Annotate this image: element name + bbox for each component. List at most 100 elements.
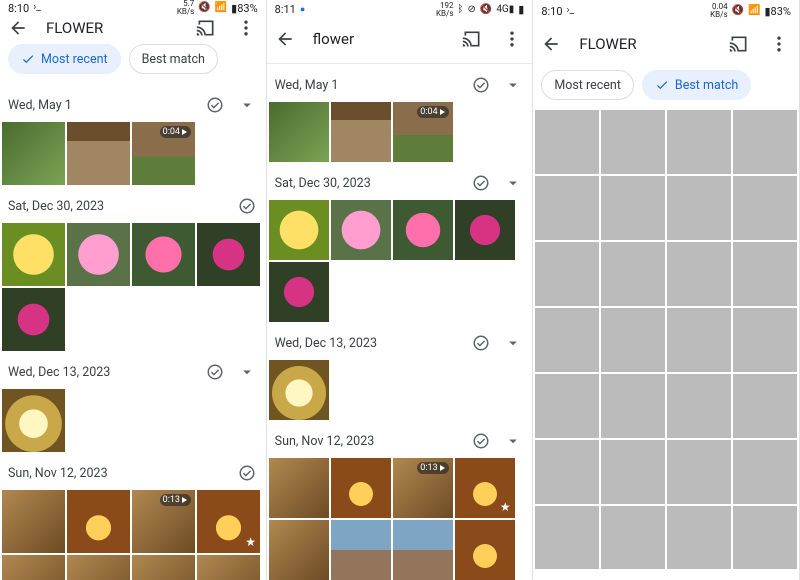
- photo-thumbnail[interactable]: [667, 242, 731, 306]
- date-header[interactable]: Wed, May 1: [267, 64, 533, 102]
- photo-thumbnail[interactable]: [269, 360, 329, 420]
- photo-thumbnail[interactable]: 0:13: [393, 458, 453, 518]
- photo-thumbnail[interactable]: ★: [197, 490, 260, 553]
- photo-thumbnail[interactable]: [535, 308, 599, 372]
- photo-thumbnail[interactable]: [132, 223, 195, 286]
- cast-button[interactable]: [727, 32, 751, 56]
- photo-thumbnail[interactable]: [667, 440, 731, 504]
- photo-thumbnail[interactable]: [2, 223, 65, 286]
- back-button[interactable]: [273, 27, 297, 51]
- photo-thumbnail[interactable]: [2, 122, 65, 185]
- date-header[interactable]: Wed, May 1: [0, 84, 266, 122]
- photo-thumbnail[interactable]: [269, 458, 329, 518]
- date-header[interactable]: Sun, Nov 12, 2023: [267, 420, 533, 458]
- expand-button[interactable]: [502, 332, 524, 354]
- cast-button[interactable]: [460, 27, 484, 51]
- photo-thumbnail[interactable]: [601, 374, 665, 438]
- photo-thumbnail[interactable]: [535, 110, 599, 174]
- photo-thumbnail[interactable]: [733, 308, 797, 372]
- photo-thumbnail[interactable]: [535, 176, 599, 240]
- photo-thumbnail[interactable]: 0:13: [132, 490, 195, 553]
- photo-thumbnail[interactable]: [2, 389, 65, 452]
- photo-thumbnail[interactable]: [535, 506, 599, 570]
- more-button[interactable]: [234, 16, 258, 40]
- photo-thumbnail[interactable]: [601, 308, 665, 372]
- photo-thumbnail[interactable]: [269, 200, 329, 260]
- photo-thumbnail[interactable]: 0:04: [393, 102, 453, 162]
- photo-thumbnail[interactable]: [601, 110, 665, 174]
- photo-thumbnail[interactable]: [733, 506, 797, 570]
- select-all-button[interactable]: [470, 332, 492, 354]
- back-button[interactable]: [6, 16, 30, 40]
- expand-button[interactable]: [502, 172, 524, 194]
- date-header[interactable]: Wed, Dec 13, 2023: [0, 351, 266, 389]
- photo-thumbnail[interactable]: [601, 176, 665, 240]
- select-all-button[interactable]: [204, 94, 226, 116]
- photo-thumbnail[interactable]: [667, 308, 731, 372]
- search-title[interactable]: FLOWER: [46, 19, 178, 37]
- photo-thumbnail[interactable]: [269, 262, 329, 322]
- photo-thumbnail[interactable]: [2, 490, 65, 553]
- photo-thumbnail[interactable]: [67, 223, 130, 286]
- photo-thumbnail[interactable]: [601, 242, 665, 306]
- photo-thumbnail[interactable]: [733, 440, 797, 504]
- date-header[interactable]: Sun, Nov 12, 2023: [0, 452, 266, 490]
- photo-thumbnail[interactable]: [331, 200, 391, 260]
- select-all-button[interactable]: [204, 361, 226, 383]
- date-header[interactable]: Sat, Dec 30, 2023: [0, 185, 266, 223]
- cast-button[interactable]: [194, 16, 218, 40]
- photo-thumbnail[interactable]: [2, 555, 65, 580]
- select-all-button[interactable]: [236, 462, 258, 484]
- date-header[interactable]: Wed, Dec 13, 2023: [267, 322, 533, 360]
- chip-most-recent[interactable]: Most recent: [8, 44, 121, 74]
- photo-thumbnail[interactable]: [667, 374, 731, 438]
- photo-thumbnail[interactable]: [331, 102, 391, 162]
- photo-thumbnail[interactable]: [331, 520, 391, 580]
- photo-thumbnail[interactable]: [733, 242, 797, 306]
- expand-button[interactable]: [236, 94, 258, 116]
- chip-most-recent[interactable]: Most recent: [541, 70, 634, 100]
- photo-thumbnail[interactable]: [67, 122, 130, 185]
- back-button[interactable]: [539, 32, 563, 56]
- photo-thumbnail[interactable]: [455, 200, 515, 260]
- photo-thumbnail[interactable]: [667, 176, 731, 240]
- search-title[interactable]: FLOWER: [579, 35, 711, 53]
- chip-best-match[interactable]: Best match: [642, 70, 751, 100]
- photo-thumbnail[interactable]: ★: [455, 458, 515, 518]
- photo-thumbnail[interactable]: [197, 555, 260, 580]
- photo-thumbnail[interactable]: [455, 520, 515, 580]
- photo-thumbnail[interactable]: [601, 506, 665, 570]
- photo-thumbnail[interactable]: [733, 110, 797, 174]
- photo-thumbnail[interactable]: [535, 374, 599, 438]
- photo-thumbnail[interactable]: [733, 176, 797, 240]
- select-all-button[interactable]: [470, 74, 492, 96]
- photo-thumbnail[interactable]: [67, 490, 130, 553]
- photo-thumbnail[interactable]: [2, 288, 65, 351]
- chip-best-match[interactable]: Best match: [129, 44, 218, 74]
- date-header[interactable]: Sat, Dec 30, 2023: [267, 162, 533, 200]
- expand-button[interactable]: [502, 430, 524, 452]
- photo-thumbnail[interactable]: [393, 200, 453, 260]
- expand-button[interactable]: [502, 74, 524, 96]
- expand-button[interactable]: [236, 361, 258, 383]
- select-all-button[interactable]: [236, 195, 258, 217]
- photo-thumbnail[interactable]: [667, 110, 731, 174]
- photo-thumbnail[interactable]: [601, 440, 665, 504]
- photo-thumbnail[interactable]: [132, 555, 195, 580]
- more-button[interactable]: [500, 27, 524, 51]
- photo-thumbnail[interactable]: [67, 555, 130, 580]
- select-all-button[interactable]: [470, 172, 492, 194]
- photo-thumbnail[interactable]: [269, 520, 329, 580]
- more-button[interactable]: [767, 32, 791, 56]
- photo-thumbnail[interactable]: [269, 102, 329, 162]
- photo-thumbnail[interactable]: [535, 440, 599, 504]
- photo-thumbnail[interactable]: [197, 223, 260, 286]
- photo-thumbnail[interactable]: [667, 506, 731, 570]
- select-all-button[interactable]: [470, 430, 492, 452]
- photo-thumbnail[interactable]: [535, 242, 599, 306]
- search-title[interactable]: flower: [313, 30, 445, 48]
- photo-thumbnail[interactable]: [733, 374, 797, 438]
- photo-thumbnail[interactable]: 0:04: [132, 122, 195, 185]
- photo-thumbnail[interactable]: [393, 520, 453, 580]
- photo-thumbnail[interactable]: [331, 458, 391, 518]
